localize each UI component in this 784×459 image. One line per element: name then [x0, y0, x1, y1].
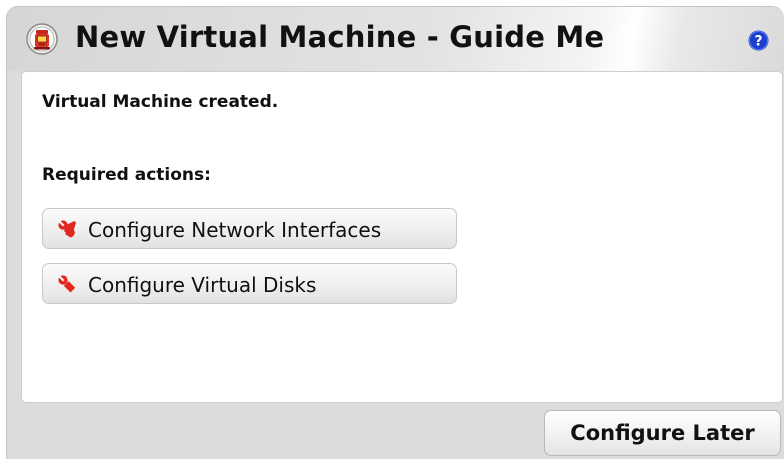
required-actions-label: Required actions:	[42, 165, 211, 185]
configure-network-interfaces-label: Configure Network Interfaces	[88, 218, 382, 242]
wrench-icon	[57, 274, 77, 294]
guide-me-dialog: New Virtual Machine - Guide Me ? Virtual…	[6, 6, 784, 459]
wrench-icon	[57, 219, 77, 239]
configure-later-button[interactable]: Configure Later	[544, 410, 781, 456]
dialog-title: New Virtual Machine - Guide Me	[75, 20, 605, 54]
creation-status-text: Virtual Machine created.	[42, 92, 279, 112]
svg-text:?: ?	[754, 34, 762, 50]
dialog-title-bar: New Virtual Machine - Guide Me ?	[7, 7, 784, 71]
configure-virtual-disks-label: Configure Virtual Disks	[88, 273, 317, 297]
dialog-content-panel: Virtual Machine created. Required action…	[21, 71, 783, 403]
configure-network-interfaces-button[interactable]: Configure Network Interfaces	[42, 208, 457, 249]
configure-later-label: Configure Later	[570, 421, 755, 445]
help-icon[interactable]: ?	[748, 30, 769, 51]
vm-app-icon	[26, 23, 58, 55]
configure-virtual-disks-button[interactable]: Configure Virtual Disks	[42, 263, 457, 304]
